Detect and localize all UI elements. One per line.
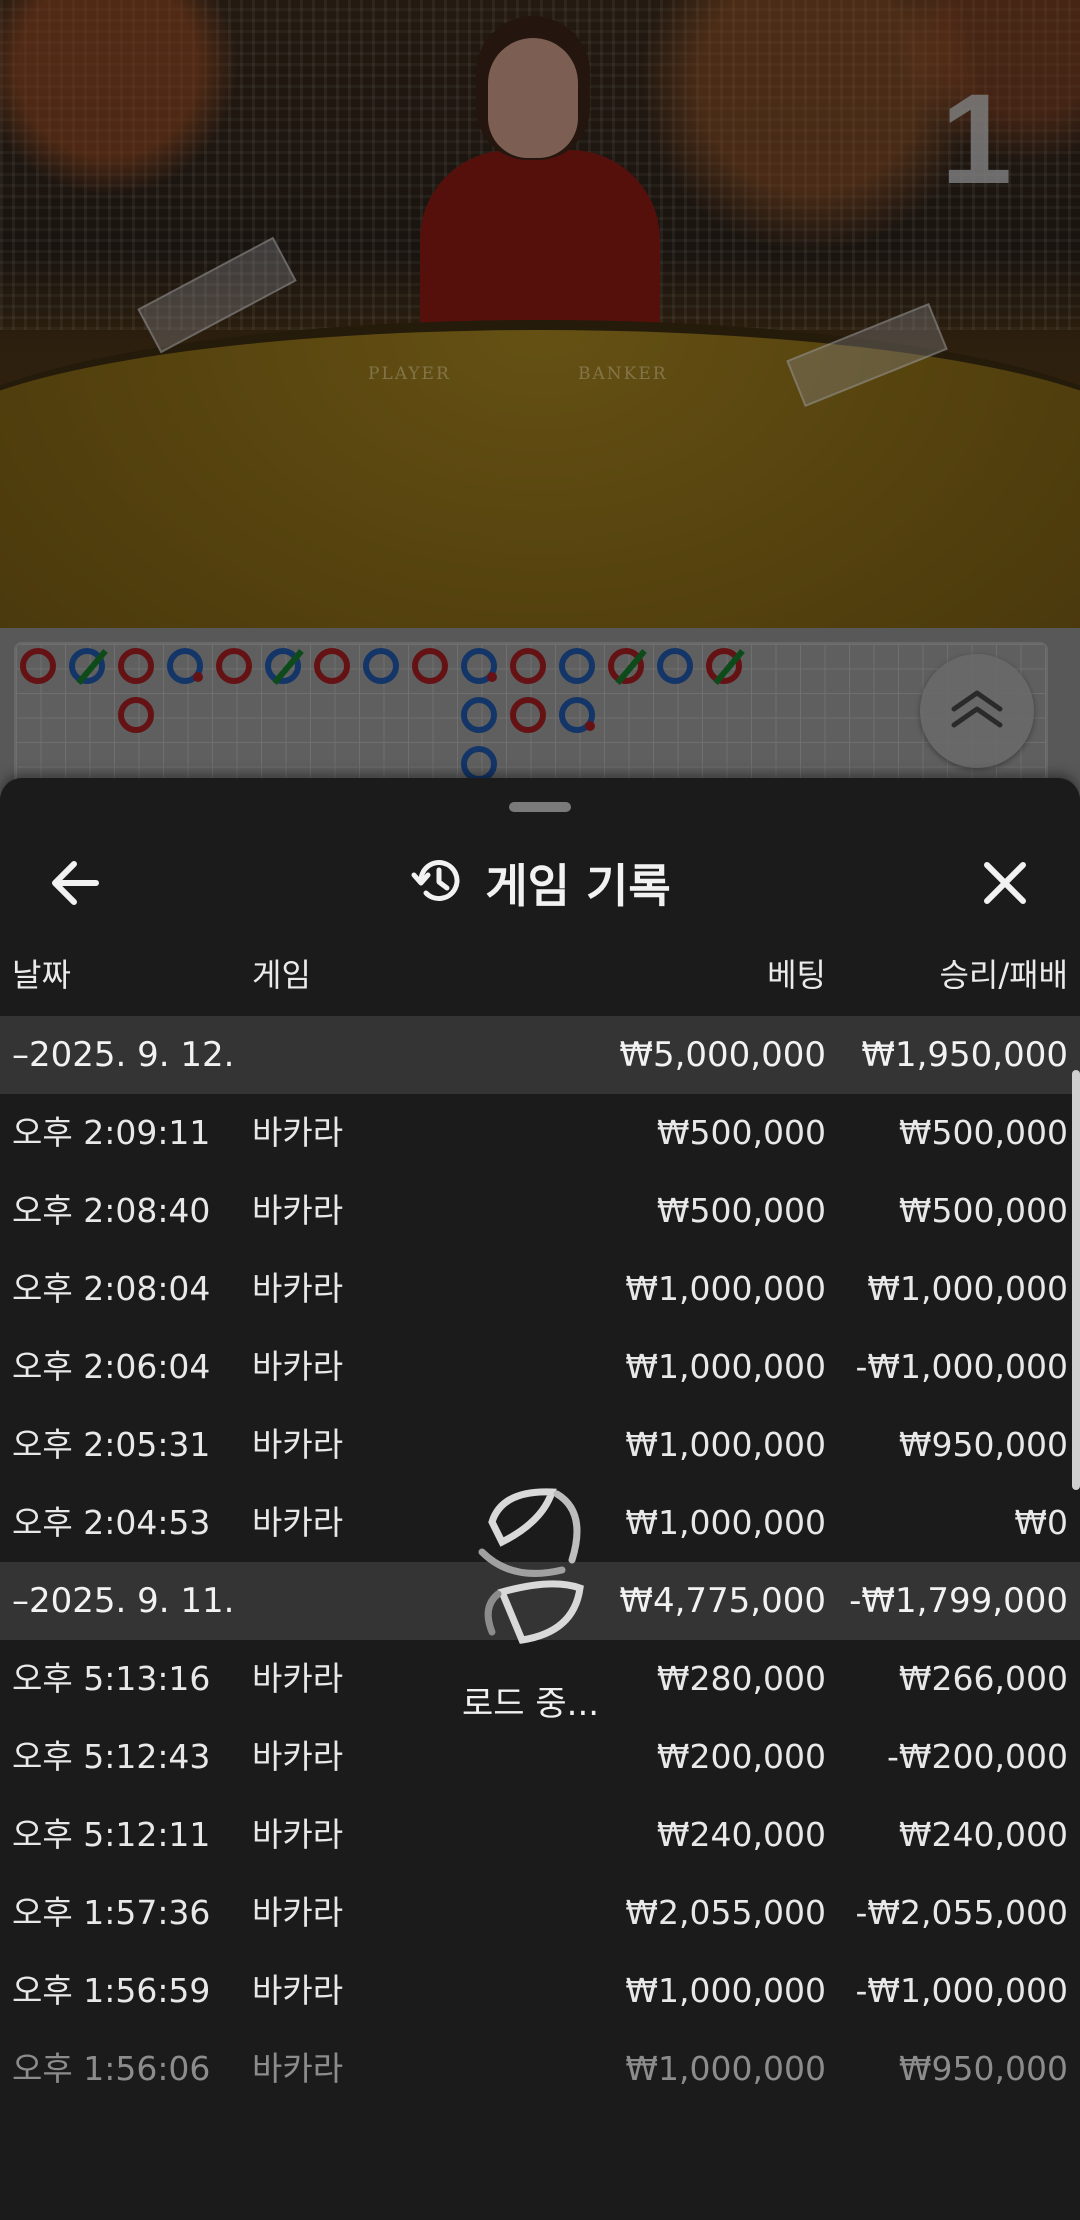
date-group-header[interactable]: –2025. 9. 12. ₩5,000,000 ₩1,950,000 [0, 1016, 1080, 1094]
row-time: 오후 2:06:04 [12, 1347, 211, 1386]
row-winloss: -₩2,055,000 [855, 1893, 1069, 1932]
row-game: 바카라 [252, 1659, 344, 1698]
scrollbar[interactable] [1072, 1070, 1080, 1490]
history-row[interactable]: 오후 2:05:31 바카라 ₩1,000,000 ₩950,000 [0, 1406, 1080, 1484]
loading-text: 로드 중... [462, 1684, 600, 1724]
history-row[interactable]: 오후 5:12:11 바카라 ₩240,000 ₩240,000 [0, 1796, 1080, 1874]
panel-header: 게임 기록 [0, 828, 1080, 938]
row-winloss: -₩200,000 [886, 1737, 1068, 1776]
row-bet: ₩1,000,000 [625, 1503, 826, 1542]
history-row[interactable]: 오후 1:56:06 바카라 ₩1,000,000 ₩950,000 [0, 2030, 1080, 2108]
group-bet-total: ₩4,775,000 [619, 1581, 826, 1621]
row-bet: ₩1,000,000 [625, 1269, 826, 1308]
row-winloss: ₩1,000,000 [867, 1269, 1068, 1308]
row-bet: ₩280,000 [656, 1659, 826, 1698]
row-game: 바카라 [252, 1269, 344, 1308]
row-time: 오후 1:56:06 [12, 2049, 211, 2088]
history-icon [409, 853, 465, 913]
row-time: 오후 2:04:53 [12, 1503, 211, 1542]
row-game: 바카라 [252, 1425, 344, 1464]
column-header-bet: 베팅 [767, 956, 826, 994]
group-winloss-total: -₩1,799,000 [849, 1581, 1068, 1621]
row-bet: ₩500,000 [656, 1113, 826, 1152]
row-bet: ₩1,000,000 [625, 1347, 826, 1386]
row-time: 오후 5:13:16 [12, 1659, 211, 1698]
group-winloss-total: ₩1,950,000 [861, 1035, 1068, 1075]
row-game: 바카라 [252, 2049, 344, 2088]
column-header-winloss: 승리/패배 [939, 956, 1068, 994]
close-button[interactable] [970, 848, 1040, 918]
row-time: 오후 2:08:04 [12, 1269, 211, 1308]
game-history-panel: 게임 기록 날짜 게임 베팅 승리/패배 –2025. 9. 12. ₩5,00… [0, 778, 1080, 2220]
row-winloss: ₩950,000 [898, 1425, 1068, 1464]
history-row[interactable]: 오후 2:08:04 바카라 ₩1,000,000 ₩1,000,000 [0, 1250, 1080, 1328]
history-row[interactable]: 오후 2:08:40 바카라 ₩500,000 ₩500,000 [0, 1172, 1080, 1250]
loading-spinner-icon [462, 1482, 622, 1682]
bottom-fade [0, 2134, 1080, 2220]
row-winloss: -₩1,000,000 [855, 1347, 1069, 1386]
page-title: 게임 기록 [485, 859, 671, 913]
row-time: 오후 2:05:31 [12, 1425, 211, 1464]
row-bet: ₩500,000 [656, 1191, 826, 1230]
row-winloss: ₩500,000 [898, 1191, 1068, 1230]
background-dim-overlay [0, 0, 1080, 798]
group-bet-total: ₩5,000,000 [619, 1035, 826, 1075]
row-time: 오후 5:12:11 [12, 1815, 211, 1854]
panel-title-group: 게임 기록 [0, 852, 1080, 914]
row-game: 바카라 [252, 1113, 344, 1152]
row-time: 오후 2:09:11 [12, 1113, 211, 1152]
history-row[interactable]: 오후 1:57:36 바카라 ₩2,055,000 -₩2,055,000 [0, 1874, 1080, 1952]
row-bet: ₩1,000,000 [625, 1425, 826, 1464]
row-time: 오후 2:08:40 [12, 1191, 211, 1230]
row-bet: ₩1,000,000 [625, 2049, 826, 2088]
close-icon [970, 862, 1040, 922]
row-game: 바카라 [252, 1815, 344, 1854]
row-bet: ₩1,000,000 [625, 1971, 826, 2010]
group-date: –2025. 9. 11. [12, 1581, 235, 1621]
row-winloss: ₩950,000 [898, 2049, 1068, 2088]
row-time: 오후 1:57:36 [12, 1893, 211, 1932]
history-row[interactable]: 오후 2:09:11 바카라 ₩500,000 ₩500,000 [0, 1094, 1080, 1172]
row-time: 오후 5:12:43 [12, 1737, 211, 1776]
row-game: 바카라 [252, 1191, 344, 1230]
row-bet: ₩2,055,000 [625, 1893, 826, 1932]
history-row[interactable]: 오후 1:56:59 바카라 ₩1,000,000 -₩1,000,000 [0, 1952, 1080, 2030]
row-winloss: ₩0 [1014, 1503, 1068, 1542]
row-winloss: ₩240,000 [898, 1815, 1068, 1854]
column-header-game: 게임 [252, 956, 311, 994]
row-game: 바카라 [252, 1893, 344, 1932]
row-bet: ₩200,000 [656, 1737, 826, 1776]
table-column-headers: 날짜 게임 베팅 승리/패배 [0, 950, 1080, 1020]
group-date: –2025. 9. 12. [12, 1035, 235, 1075]
row-bet: ₩240,000 [656, 1815, 826, 1854]
row-game: 바카라 [252, 1737, 344, 1776]
column-header-date: 날짜 [12, 956, 71, 994]
row-winloss: ₩266,000 [898, 1659, 1068, 1698]
history-row[interactable]: 오후 5:12:43 바카라 ₩200,000 -₩200,000 [0, 1718, 1080, 1796]
row-game: 바카라 [252, 1971, 344, 2010]
history-row[interactable]: 오후 2:06:04 바카라 ₩1,000,000 -₩1,000,000 [0, 1328, 1080, 1406]
row-winloss: -₩1,000,000 [855, 1971, 1069, 2010]
row-game: 바카라 [252, 1347, 344, 1386]
row-time: 오후 1:56:59 [12, 1971, 211, 2010]
row-game: 바카라 [252, 1503, 344, 1542]
row-winloss: ₩500,000 [898, 1113, 1068, 1152]
drag-handle[interactable] [509, 802, 571, 812]
